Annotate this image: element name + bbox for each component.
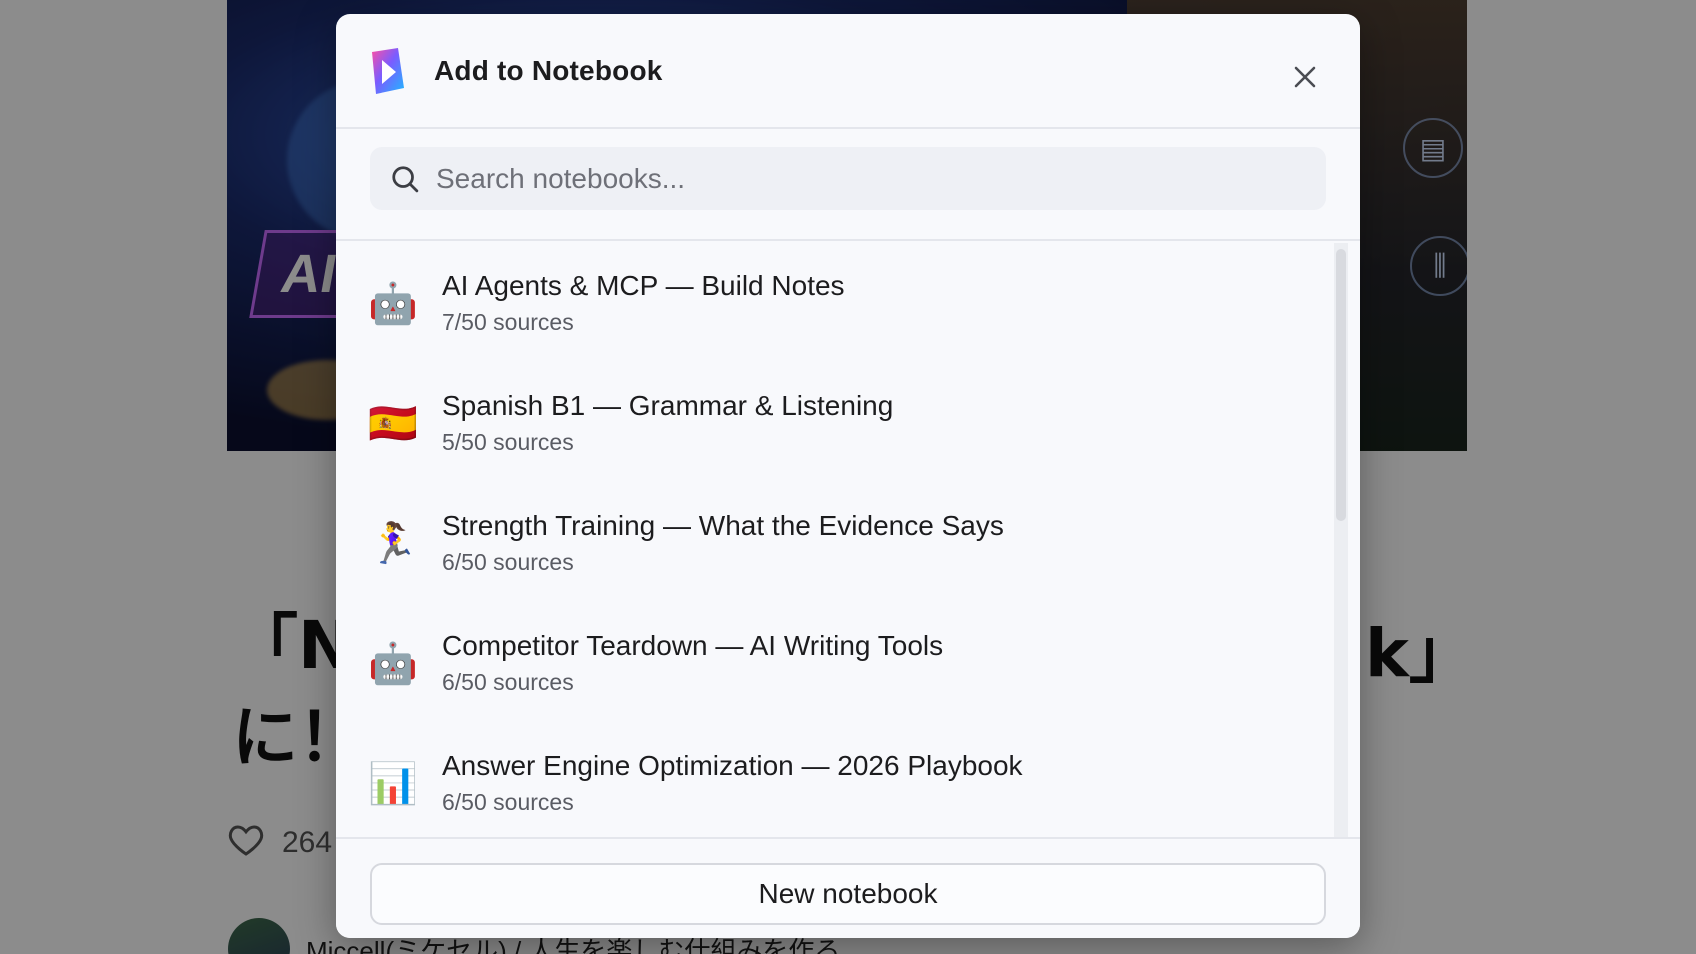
notebook-item[interactable]: 📊 Answer Engine Optimization — 2026 Play… xyxy=(336,723,1336,837)
notebook-sources: 6/50 sources xyxy=(442,549,574,575)
runner-icon: 🏃‍♀️ xyxy=(368,520,418,567)
notebook-list: 🤖 AI Agents & MCP — Build Notes 7/50 sou… xyxy=(336,243,1360,837)
notebook-item[interactable]: 🇪🇸 Spanish B1 — Grammar & Listening 5/50… xyxy=(336,363,1336,483)
notebook-sources: 5/50 sources xyxy=(442,429,574,455)
notebook-title: Strength Training — What the Evidence Sa… xyxy=(442,510,1004,541)
scrollbar-thumb[interactable] xyxy=(1336,249,1346,521)
robot-icon: 🤖 xyxy=(368,640,418,687)
notebook-sources: 6/50 sources xyxy=(442,669,574,695)
close-button[interactable] xyxy=(1288,60,1322,94)
bar-chart-icon: 📊 xyxy=(368,760,418,807)
notebook-item[interactable]: 🤖 AI Agents & MCP — Build Notes 7/50 sou… xyxy=(336,243,1336,363)
dialog-title: Add to Notebook xyxy=(434,54,663,86)
notebook-sources: 7/50 sources xyxy=(442,309,574,335)
notebook-title: Competitor Teardown — AI Writing Tools xyxy=(442,630,944,661)
notebook-title: Answer Engine Optimization — 2026 Playbo… xyxy=(442,750,1023,781)
notebook-title: AI Agents & MCP — Build Notes xyxy=(442,270,845,301)
new-notebook-button[interactable]: New notebook xyxy=(370,863,1326,925)
notebook-item[interactable]: 🏃‍♀️ Strength Training — What the Eviden… xyxy=(336,483,1336,603)
close-icon xyxy=(1294,66,1316,88)
notebook-sources: 6/50 sources xyxy=(442,789,574,815)
notebook-logo-icon xyxy=(372,47,404,94)
dialog-header: Add to Notebook xyxy=(336,14,1360,129)
list-scrollbar[interactable] xyxy=(1334,243,1348,837)
add-to-notebook-dialog: Add to Notebook 🤖 AI Agents & MCP — Buil… xyxy=(336,14,1360,938)
search-section xyxy=(336,129,1360,241)
search-box[interactable] xyxy=(370,147,1326,210)
robot-icon: 🤖 xyxy=(368,280,418,327)
dialog-footer: New notebook xyxy=(336,837,1360,938)
notebook-item[interactable]: 🤖 Competitor Teardown — AI Writing Tools… xyxy=(336,603,1336,723)
search-input[interactable] xyxy=(436,162,1256,195)
notebook-title: Spanish B1 — Grammar & Listening xyxy=(442,390,894,421)
spain-flag-icon: 🇪🇸 xyxy=(368,400,418,447)
search-icon xyxy=(392,165,419,192)
